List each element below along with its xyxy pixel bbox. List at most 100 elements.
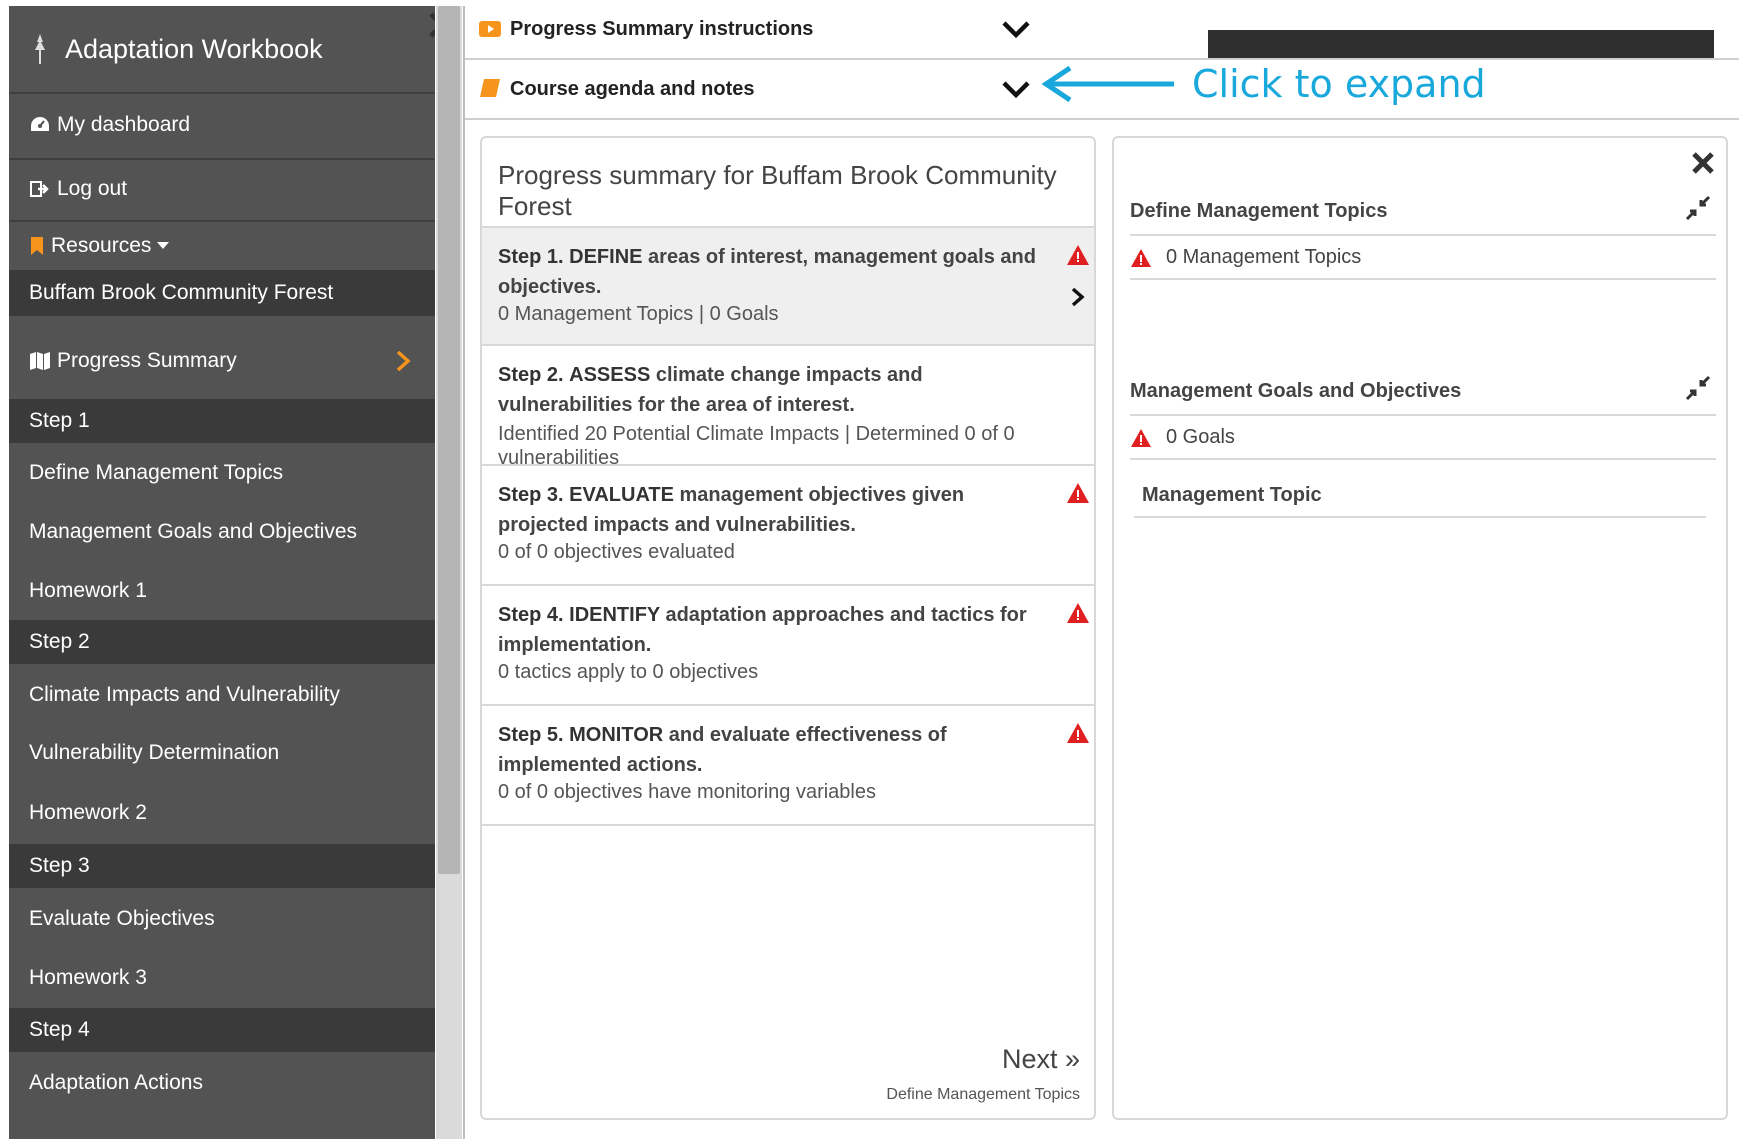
map-icon bbox=[30, 352, 50, 370]
divider bbox=[463, 6, 465, 1139]
video-icon bbox=[479, 21, 501, 37]
sidebar-step-header[interactable]: Step 3 bbox=[9, 844, 435, 888]
sidebar-item-label: Adaptation Actions bbox=[29, 1071, 203, 1094]
step-description: and evaluate effectiveness of implemente… bbox=[498, 724, 947, 776]
sidebar-item-label: Management Goals and Objectives bbox=[29, 520, 358, 543]
step-row[interactable]: Step 2. ASSESS climate change impacts an… bbox=[482, 344, 1094, 469]
step-verb: MONITOR bbox=[569, 724, 664, 746]
step-row[interactable]: Step 1. DEFINE areas of interest, manage… bbox=[482, 226, 1094, 344]
step-heading: Step 2. ASSESS climate change impacts an… bbox=[498, 360, 1038, 420]
progress-summary-link[interactable]: Progress Summary bbox=[9, 336, 435, 386]
step-row[interactable]: Step 3. EVALUATE management objectives g… bbox=[482, 464, 1094, 584]
next-subtitle[interactable]: Define Management Topics bbox=[886, 1086, 1080, 1104]
step-detail: 0 of 0 objectives evaluated bbox=[498, 541, 735, 563]
sidebar-item-label: Vulnerability Determination bbox=[29, 741, 280, 764]
goals-count: 0 Goals bbox=[1166, 426, 1235, 448]
step-heading: Step 3. EVALUATE management objectives g… bbox=[498, 480, 1038, 540]
step-number: Step 3. bbox=[498, 484, 564, 506]
video-embed[interactable] bbox=[1208, 30, 1714, 58]
next-button[interactable]: Next » bbox=[1002, 1044, 1080, 1075]
chevron-down-icon[interactable] bbox=[1001, 80, 1031, 100]
step-number: Step 4. bbox=[498, 604, 564, 626]
step-number: Step 5. bbox=[498, 724, 564, 746]
goals-status-row: 0 Goals bbox=[1130, 426, 1235, 449]
sidebar-item-label: Homework 2 bbox=[29, 801, 147, 824]
chevron-right-icon[interactable] bbox=[1070, 286, 1086, 308]
warning-icon bbox=[1066, 244, 1090, 266]
sidebar-item[interactable]: Evaluate Objectives bbox=[9, 890, 435, 948]
notebook-icon bbox=[480, 79, 500, 97]
progress-summary-label: Progress Summary bbox=[57, 349, 237, 372]
sidebar: Adaptation Workbook My dashboard Log out… bbox=[9, 6, 435, 1139]
project-name[interactable]: Buffam Brook Community Forest bbox=[9, 270, 435, 316]
dashboard-icon bbox=[31, 117, 49, 131]
chevron-down-icon[interactable] bbox=[1001, 20, 1031, 40]
sidebar-item-label: Step 1 bbox=[29, 409, 90, 432]
resources-dropdown[interactable]: Resources bbox=[9, 224, 435, 268]
resources-label: Resources bbox=[51, 234, 152, 257]
dashboard-link[interactable]: My dashboard bbox=[9, 100, 435, 150]
sidebar-item-label: Homework 1 bbox=[29, 579, 147, 602]
warning-icon bbox=[1066, 602, 1090, 624]
sidebar-item[interactable]: Climate Impacts and Vulnerability bbox=[9, 666, 435, 724]
step-detail: 0 tactics apply to 0 objectives bbox=[498, 661, 759, 683]
sidebar-item[interactable]: Adaptation Actions bbox=[9, 1054, 435, 1112]
step-heading: Step 5. MONITOR and evaluate effectivene… bbox=[498, 720, 1038, 780]
annotation-arrow-icon bbox=[1041, 65, 1174, 103]
topics-status-row: 0 Management Topics bbox=[1130, 246, 1361, 269]
warning-icon bbox=[1131, 248, 1151, 267]
agenda-label: Course agenda and notes bbox=[510, 78, 755, 100]
step-heading: Step 4. IDENTIFY adaptation approaches a… bbox=[498, 600, 1038, 660]
sidebar-item-label: Homework 3 bbox=[29, 966, 147, 989]
step-heading: Step 1. DEFINE areas of interest, manage… bbox=[498, 242, 1038, 302]
section-title: Define Management Topics bbox=[1130, 200, 1388, 222]
caret-down-icon bbox=[157, 242, 170, 249]
step-verb: EVALUATE bbox=[569, 484, 674, 506]
step-number: Step 2. bbox=[498, 364, 564, 386]
sidebar-item-label: Step 3 bbox=[29, 854, 90, 877]
sidebar-item-label: Step 2 bbox=[29, 630, 90, 653]
sidebar-step-header[interactable]: Step 4 bbox=[9, 1008, 435, 1052]
tree-icon bbox=[35, 34, 45, 64]
step-description: management objectives given projected im… bbox=[498, 484, 965, 536]
sidebar-item[interactable]: Define Management Topics bbox=[9, 444, 435, 502]
sidebar-item[interactable]: Management Goals and Objectives bbox=[9, 503, 435, 561]
step-verb: IDENTIFY bbox=[569, 604, 660, 626]
sidebar-item[interactable]: Vulnerability Determination bbox=[9, 724, 435, 782]
compress-icon[interactable] bbox=[1684, 374, 1712, 402]
logout-link[interactable]: Log out bbox=[9, 164, 435, 214]
sidebar-item-label: Evaluate Objectives bbox=[29, 907, 215, 930]
logout-label: Log out bbox=[57, 177, 128, 200]
project-label: Buffam Brook Community Forest bbox=[29, 281, 334, 304]
step-detail: 0 Management Topics | 0 Goals bbox=[498, 303, 779, 325]
sidebar-item[interactable]: Homework 1 bbox=[9, 563, 435, 619]
divider bbox=[482, 824, 1094, 826]
step-detail: Identified 20 Potential Climate Impacts … bbox=[498, 423, 1015, 469]
sidebar-item[interactable]: Homework 3 bbox=[9, 949, 435, 1007]
close-sidebar-icon[interactable] bbox=[427, 10, 435, 40]
step-row[interactable]: Step 4. IDENTIFY adaptation approaches a… bbox=[482, 584, 1094, 704]
summary-title: Progress summary for Buffam Brook Commun… bbox=[498, 160, 1057, 221]
management-topic-heading[interactable]: Management Topic bbox=[1142, 484, 1322, 507]
section-title: Management Goals and Objectives bbox=[1130, 380, 1462, 402]
sidebar-step-header[interactable]: Step 1 bbox=[9, 399, 435, 443]
sidebar-item-label: Define Management Topics bbox=[29, 461, 284, 484]
instructions-label: Progress Summary instructions bbox=[510, 18, 814, 40]
step-detail: 0 of 0 objectives have monitoring variab… bbox=[498, 781, 876, 803]
close-icon[interactable] bbox=[1690, 150, 1716, 176]
sidebar-item[interactable]: Homework 2 bbox=[9, 784, 435, 842]
step-row[interactable]: Step 5. MONITOR and evaluate effectivene… bbox=[482, 704, 1094, 824]
logout-icon bbox=[30, 181, 49, 197]
warning-icon bbox=[1066, 482, 1090, 504]
annotation-text: Click to expand bbox=[1192, 62, 1486, 106]
sidebar-step-header[interactable]: Step 2 bbox=[9, 620, 435, 664]
scrollbar-thumb[interactable] bbox=[438, 6, 460, 874]
topics-count: 0 Management Topics bbox=[1166, 246, 1362, 268]
app-title-label: Adaptation Workbook bbox=[65, 33, 323, 64]
sidebar-item-label: Climate Impacts and Vulnerability bbox=[29, 683, 340, 706]
app-title[interactable]: Adaptation Workbook bbox=[9, 6, 435, 92]
step-verb: ASSESS bbox=[569, 364, 651, 386]
compress-icon[interactable] bbox=[1684, 194, 1712, 222]
detail-panel: Define Management Topics 0 Management To… bbox=[1112, 136, 1728, 1120]
chevron-right-icon bbox=[396, 350, 411, 372]
